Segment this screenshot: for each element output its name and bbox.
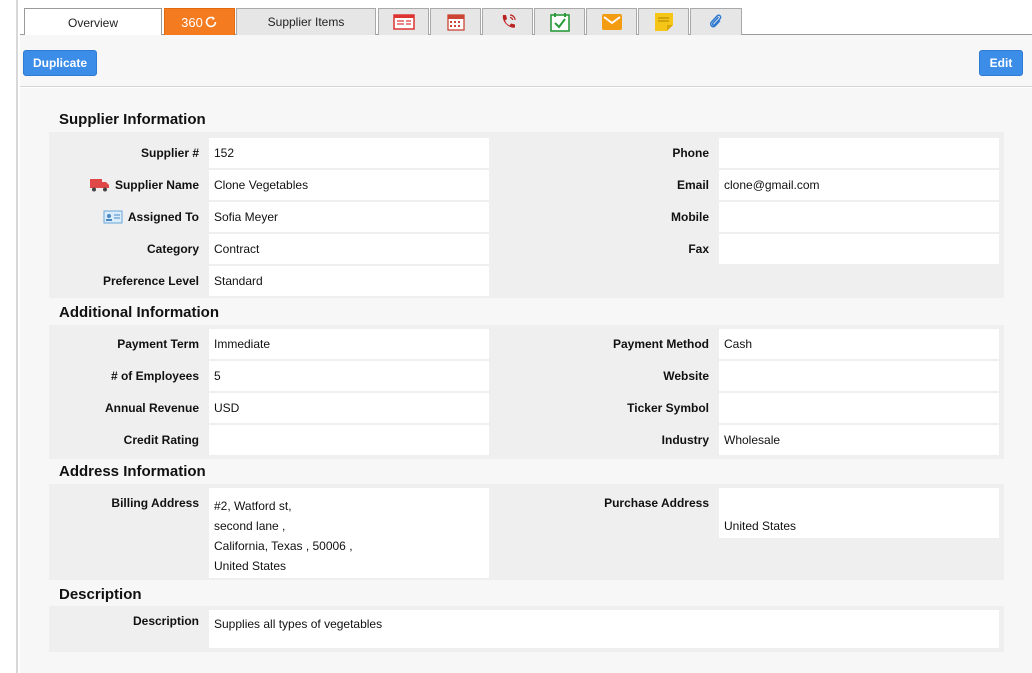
annual-revenue-value: USD bbox=[209, 393, 489, 423]
report-icon bbox=[392, 14, 415, 30]
billing-address-value: #2, Watford st, second lane , California… bbox=[209, 488, 489, 578]
ticker-symbol-label: Ticker Symbol bbox=[627, 401, 709, 415]
mobile-value bbox=[719, 202, 999, 232]
supplier-number-label: Supplier # bbox=[140, 146, 199, 160]
assigned-to-value: Sofia Meyer bbox=[209, 202, 489, 232]
duplicate-button[interactable]: Duplicate bbox=[23, 50, 97, 76]
website-label: Website bbox=[663, 369, 709, 383]
address-info-block: Billing Address #2, Watford st, second l… bbox=[49, 484, 1004, 580]
preference-level-label: Preference Level bbox=[102, 274, 199, 288]
payment-term-label: Payment Term bbox=[117, 337, 199, 351]
duplicate-button-label: Duplicate bbox=[32, 56, 87, 70]
additional-info-block: Payment Term Immediate # of Employees 5 … bbox=[49, 325, 1004, 459]
ticker-symbol-value bbox=[719, 393, 999, 423]
tab-supplier-items-label: Supplier Items bbox=[267, 15, 345, 29]
tab-360[interactable]: 360 bbox=[164, 8, 235, 35]
credit-rating-value bbox=[209, 425, 489, 455]
tab-calls[interactable] bbox=[482, 8, 533, 35]
tab-email[interactable] bbox=[586, 8, 637, 35]
purchase-address-value: United States bbox=[719, 488, 999, 538]
category-label: Category bbox=[146, 242, 199, 256]
employees-value: 5 bbox=[209, 361, 489, 391]
supplier-info-block: Supplier # 152 Supplier Name Clone Veget… bbox=[49, 132, 1004, 298]
payment-method-value: Cash bbox=[719, 329, 999, 359]
annual-revenue-label: Annual Revenue bbox=[104, 401, 199, 415]
detail-content: Supplier Information Supplier # 152 Supp… bbox=[20, 88, 1032, 673]
note-icon bbox=[654, 13, 673, 31]
credit-rating-label: Credit Rating bbox=[123, 433, 199, 447]
user-card-icon bbox=[103, 210, 123, 224]
employees-label: # of Employees bbox=[110, 369, 199, 383]
purchase-address-line: United States bbox=[724, 519, 797, 533]
category-value: Contract bbox=[209, 234, 489, 264]
toolbar: Duplicate Edit bbox=[20, 35, 1032, 87]
purchase-address-label: Purchase Address bbox=[604, 496, 709, 510]
section-title-description: Description bbox=[59, 586, 142, 603]
truck-icon bbox=[89, 179, 109, 192]
section-title-address: Address Information bbox=[59, 463, 206, 480]
mobile-label: Mobile bbox=[671, 210, 709, 224]
assigned-to-label: Assigned To bbox=[49, 202, 199, 232]
website-value bbox=[719, 361, 999, 391]
description-label: Description bbox=[132, 614, 199, 628]
payment-term-value: Immediate bbox=[209, 329, 489, 359]
mail-icon bbox=[601, 14, 622, 30]
supplier-name-value: Clone Vegetables bbox=[209, 170, 489, 200]
billing-address-label: Billing Address bbox=[111, 496, 199, 510]
section-title-supplier: Supplier Information bbox=[59, 111, 206, 128]
calendar-icon bbox=[446, 14, 465, 31]
phone-label: Phone bbox=[672, 146, 709, 160]
email-label: Email bbox=[676, 178, 709, 192]
industry-value: Wholesale bbox=[719, 425, 999, 455]
task-icon bbox=[549, 13, 570, 32]
email-value: clone@gmail.com bbox=[719, 170, 999, 200]
tab-360-label: 360 bbox=[181, 14, 203, 30]
description-text: Supplies all types of vegetables bbox=[214, 617, 383, 631]
tab-notes[interactable] bbox=[638, 8, 689, 35]
billing-address-line: #2, Watford st, bbox=[214, 499, 292, 513]
edit-button-label: Edit bbox=[989, 56, 1013, 70]
tab-calendar[interactable] bbox=[430, 8, 481, 35]
billing-address-line: United States bbox=[214, 559, 287, 573]
tab-overview[interactable]: Overview bbox=[24, 8, 162, 36]
tab-tasks[interactable] bbox=[534, 8, 585, 35]
billing-address-line: California, Texas , 50006 , bbox=[214, 539, 353, 553]
supplier-number-value: 152 bbox=[209, 138, 489, 168]
tab-supplier-items[interactable]: Supplier Items bbox=[236, 8, 376, 35]
tab-report[interactable] bbox=[378, 8, 429, 35]
preference-level-value: Standard bbox=[209, 266, 489, 296]
description-block: Description Supplies all types of vegeta… bbox=[49, 606, 1004, 652]
industry-label: Industry bbox=[661, 433, 709, 447]
phone-value bbox=[719, 138, 999, 168]
fax-value bbox=[719, 234, 999, 264]
left-rail bbox=[0, 0, 18, 673]
billing-address-line: second lane , bbox=[214, 519, 286, 533]
section-title-additional: Additional Information bbox=[59, 304, 219, 321]
tab-bar: Overview 360 Supplier Items bbox=[20, 8, 1032, 36]
fax-label: Fax bbox=[688, 242, 709, 256]
edit-button[interactable]: Edit bbox=[979, 50, 1023, 76]
supplier-name-label: Supplier Name bbox=[49, 170, 199, 200]
phone-icon bbox=[502, 14, 516, 28]
description-value: Supplies all types of vegetables bbox=[209, 610, 999, 648]
attachment-icon bbox=[709, 14, 722, 28]
tab-overview-label: Overview bbox=[67, 15, 118, 30]
payment-method-label: Payment Method bbox=[612, 337, 709, 351]
tab-attachments[interactable] bbox=[690, 8, 742, 35]
refresh-icon bbox=[205, 16, 217, 28]
